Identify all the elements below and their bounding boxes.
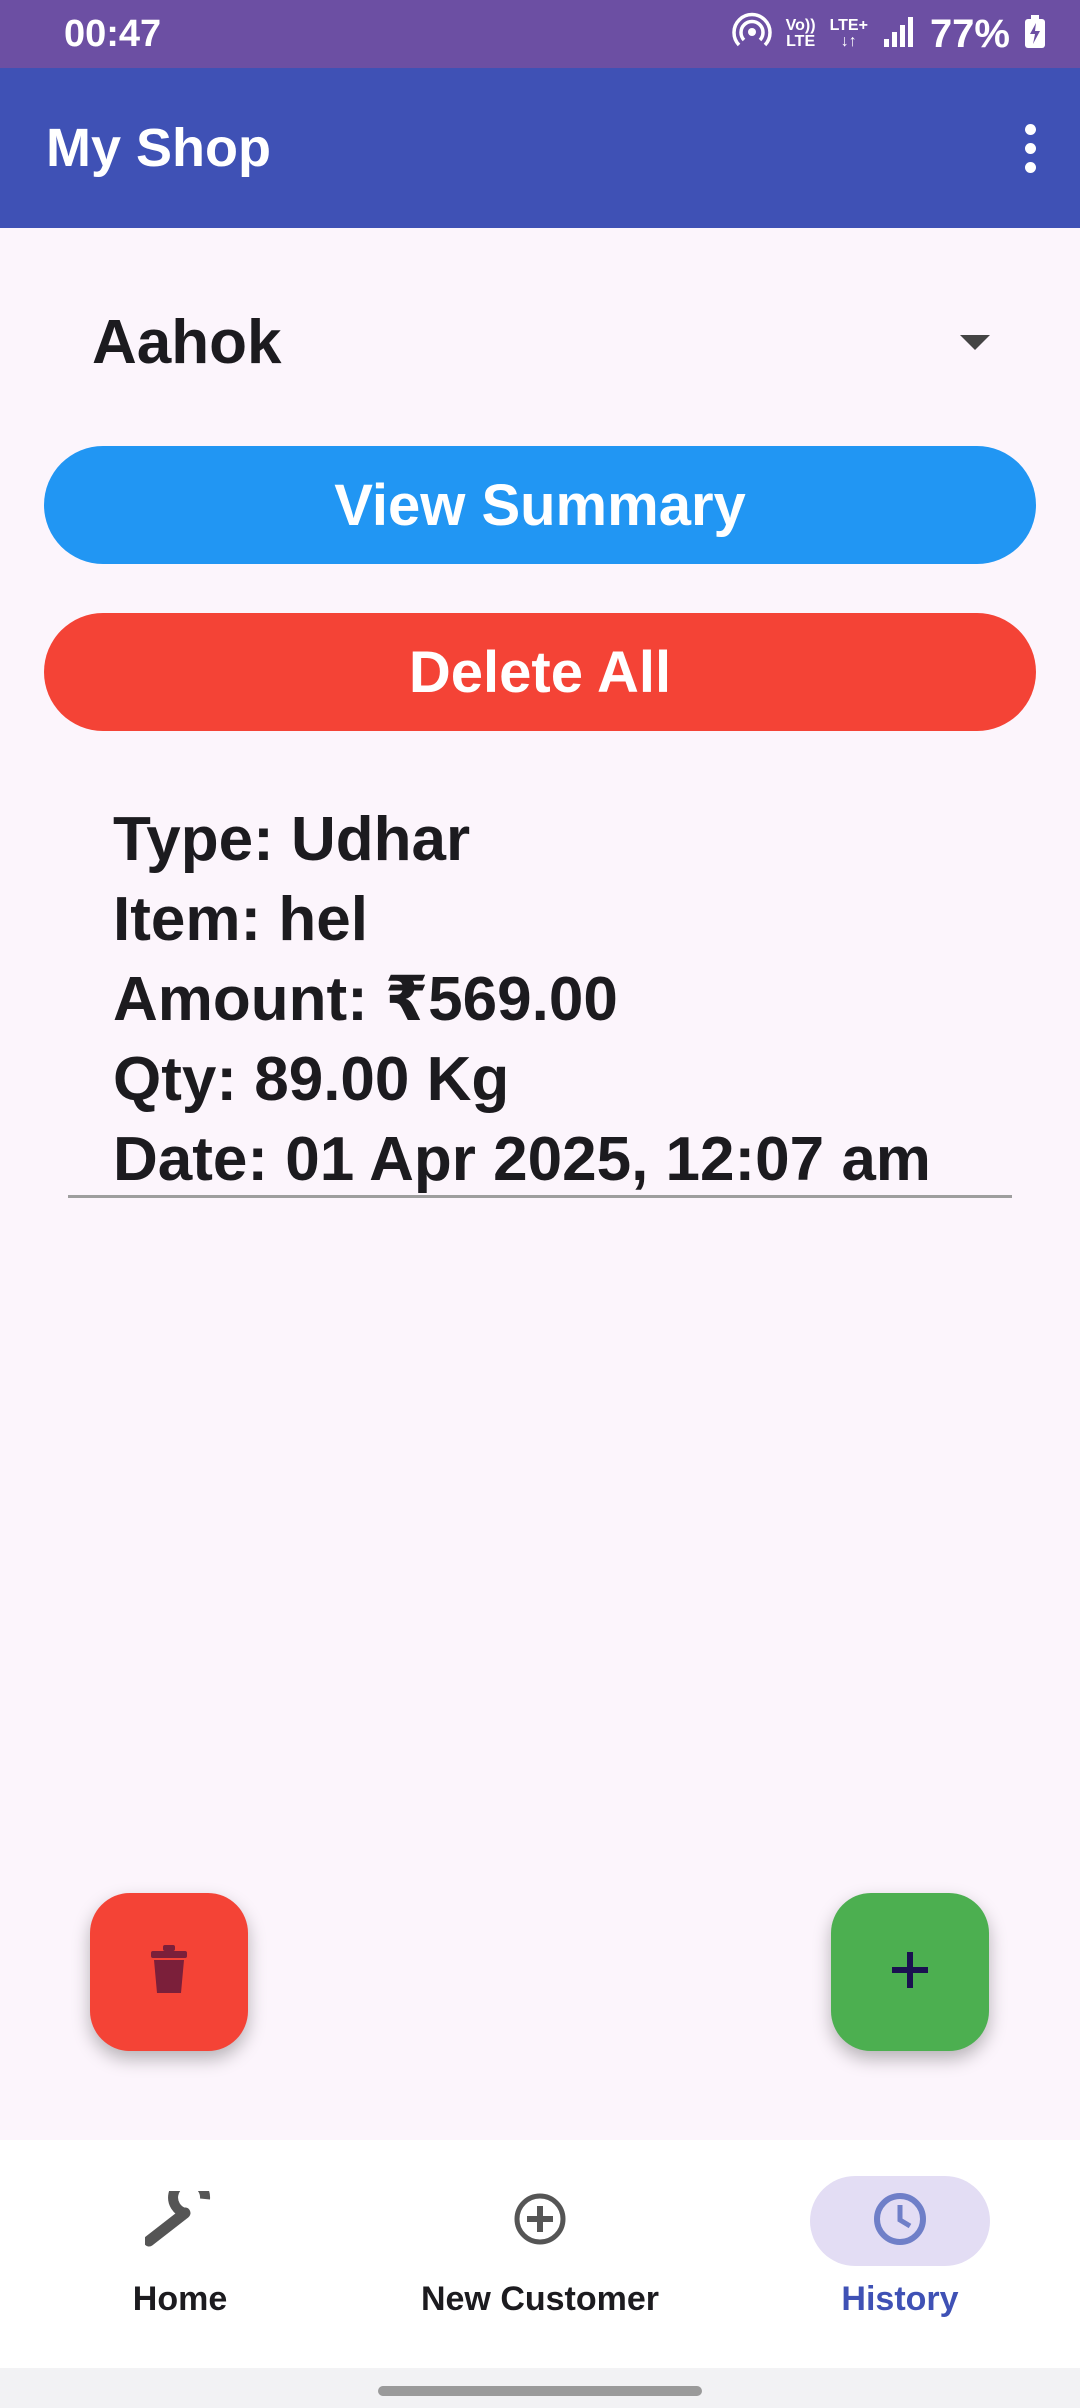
hotspot-icon [731, 12, 772, 57]
signal-icon [882, 15, 916, 54]
battery-percent: 77% [929, 11, 1010, 56]
nav-new-customer-label: New Customer [420, 2280, 660, 2318]
nav-history[interactable]: History [720, 2140, 1080, 2368]
record-qty: Qty: 89.00 Kg [113, 1045, 510, 1114]
status-bar: 00:47 Vo)) LTE LTE+ ↓↑ 77% [0, 0, 1080, 68]
trash-icon [149, 1944, 189, 2000]
record-type: Type: Udhar [113, 805, 471, 874]
app-bar: My Shop [0, 68, 1080, 228]
record-item: Item: hel [113, 885, 368, 954]
view-summary-button[interactable]: View Summary [44, 446, 1036, 564]
app-title: My Shop [46, 118, 271, 178]
plus-icon [890, 1950, 930, 1995]
record-amount: Amount: ₹569.00 [113, 965, 618, 1034]
more-vert-icon[interactable] [1010, 118, 1050, 178]
nav-history-label: History [841, 2280, 959, 2318]
delete-all-button[interactable]: Delete All [44, 613, 1036, 731]
nav-home-label: Home [132, 2280, 228, 2318]
nav-home[interactable]: Home [0, 2140, 360, 2368]
add-circle-icon [512, 2191, 568, 2252]
history-record[interactable]: Type: Udhar Item: hel Amount: ₹569.00 Qt… [68, 800, 1012, 1198]
home-gesture-handle[interactable] [378, 2386, 702, 2396]
status-time: 00:47 [64, 12, 162, 55]
delete-fab[interactable] [90, 1893, 248, 2051]
nav-new-customer[interactable]: New Customer [360, 2140, 720, 2368]
clock-icon [872, 2191, 928, 2252]
gesture-bar [0, 2368, 1080, 2408]
wrench-icon [143, 2176, 215, 2252]
bottom-navigation: Home New Customer History [0, 2140, 1080, 2368]
record-date: Date: 01 Apr 2025, 12:07 am [113, 1125, 931, 1194]
dropdown-arrow-icon [960, 334, 990, 350]
lte-plus-indicator: LTE+ ↓↑ [829, 17, 868, 50]
add-fab[interactable] [831, 1893, 989, 2051]
battery-charging-icon [1024, 14, 1046, 54]
volte-indicator: Vo)) LTE [785, 17, 816, 50]
status-icons: Vo)) LTE LTE+ ↓↑ 77% [731, 11, 1046, 57]
data-arrows-icon: ↓↑ [840, 33, 857, 50]
customer-selected-value: Aahok [92, 307, 282, 377]
nav-history-indicator [810, 2176, 990, 2266]
customer-dropdown[interactable]: Aahok [60, 282, 1020, 402]
